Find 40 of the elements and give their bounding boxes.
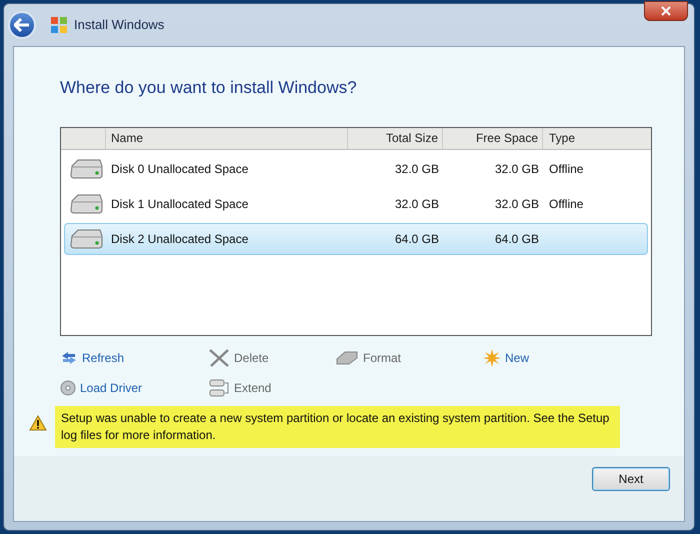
- refresh-icon: [60, 350, 78, 366]
- column-header: Type: [548, 130, 576, 147]
- close-icon: [661, 6, 671, 16]
- warning-icon: [29, 414, 47, 430]
- disk-drive-icon: [68, 158, 104, 180]
- column-header: Name: [106, 128, 348, 148]
- action-link[interactable]: Load Driver: [60, 378, 142, 398]
- table-cell-text: 32.0 GB: [494, 160, 540, 178]
- warning-message: Setup was unable to create a new system partition or locate an existing system partition. See the Setup log files for more information.: [55, 406, 620, 448]
- star-burst-icon: [483, 348, 501, 366]
- partition-row[interactable]: Disk 1 Unallocated Space 32.0 GB 32.0 GB Offline: [64, 188, 648, 220]
- table-cell-text: 64.0 GB: [394, 230, 440, 248]
- disk-drive-icon: [68, 192, 104, 214]
- table-cell-text: 32.0 GB: [394, 160, 440, 178]
- action-link[interactable]: New: [483, 348, 530, 368]
- x-mark-icon: [208, 348, 230, 368]
- drive-icon: [335, 350, 359, 366]
- page-heading: Where do you want to install Windows?: [60, 77, 358, 99]
- windows-logo-icon: [50, 16, 68, 34]
- table-cell-text: Disk 0 Unallocated Space: [110, 160, 250, 178]
- table-cell-text: Offline: [548, 160, 584, 178]
- action-link[interactable]: Refresh: [60, 348, 124, 368]
- table-cell-text: Disk 2 Unallocated Space: [110, 230, 250, 248]
- partition-row[interactable]: Disk 2 Unallocated Space 64.0 GB 64.0 GB: [64, 222, 648, 254]
- close-button[interactable]: [644, 1, 688, 21]
- window-title: Install Windows: [74, 16, 164, 34]
- table-cell-text: Offline: [548, 196, 584, 212]
- disk-drive-icon: [68, 228, 104, 250]
- table-cell-text: 32.0 GB: [394, 196, 440, 212]
- table-cell-text: 32.0 GB: [494, 196, 540, 212]
- partition-row[interactable]: Disk 0 Unallocated Space 32.0 GB 32.0 GB Offline: [64, 152, 648, 184]
- next-button[interactable]: Next: [592, 466, 670, 490]
- column-header: Free Space: [443, 128, 543, 148]
- column-header: Total Size: [348, 128, 443, 148]
- extend-drive-icon: [208, 378, 230, 398]
- back-arrow-icon: [14, 18, 30, 32]
- back-button[interactable]: [8, 11, 36, 39]
- table-cell-text: Disk 1 Unallocated Space: [110, 196, 250, 212]
- disc-icon: [60, 380, 76, 396]
- table-cell-text: 64.0 GB: [494, 230, 540, 248]
